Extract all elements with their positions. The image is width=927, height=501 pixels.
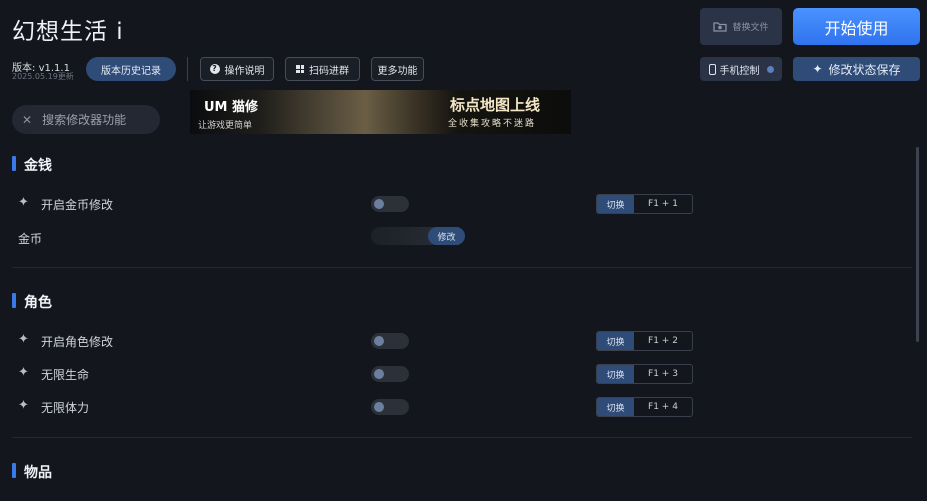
toggle-infinite-health[interactable] <box>371 366 409 382</box>
hotkey-switch-button[interactable]: 切换 <box>597 195 634 213</box>
more-features-button[interactable]: 更多功能 <box>371 57 424 81</box>
app-title: 幻想生活 i <box>12 19 124 45</box>
row-label: 开启角色修改 <box>41 335 114 349</box>
qr-group-button[interactable]: 扫码进群 <box>285 57 360 81</box>
sparkle-icon: ✦ <box>18 195 29 210</box>
hotkey-switch-button[interactable]: 切换 <box>597 332 634 350</box>
section-accent-bar <box>12 156 16 171</box>
section-divider <box>12 267 912 268</box>
hotkey-character-enable[interactable]: 切换 F1 + 2 <box>596 331 693 351</box>
hotkey-gold-enable[interactable]: 切换 F1 + 1 <box>596 194 693 214</box>
update-date: 2025.05.19更新 <box>12 72 74 81</box>
toggle-infinite-stamina[interactable] <box>371 399 409 415</box>
hotkey-value[interactable]: F1 + 2 <box>634 332 692 350</box>
search-box[interactable]: ✕ <box>12 105 160 134</box>
banner-title: 标点地图上线 <box>450 96 541 114</box>
hotkey-switch-button[interactable]: 切换 <box>597 365 634 383</box>
help-button[interactable]: ? 操作说明 <box>200 57 274 81</box>
phone-icon <box>708 63 716 75</box>
qr-button-label: 扫码进群 <box>309 65 349 77</box>
scrollbar[interactable] <box>916 147 919 342</box>
banner-logo-subtitle: 让游戏更简单 <box>198 121 253 131</box>
row-label: 无限生命 <box>41 368 90 382</box>
banner-logo-text: 猫修 <box>232 100 259 115</box>
gold-value-input[interactable]: 修改 <box>371 227 465 245</box>
promo-banner[interactable]: UM 猫修 让游戏更简单 标点地图上线 全收集攻略不迷路 <box>190 90 571 134</box>
hotkey-infinite-health[interactable]: 切换 F1 + 3 <box>596 364 693 384</box>
hotkey-value[interactable]: F1 + 4 <box>634 398 692 416</box>
qr-code-icon <box>296 65 304 73</box>
hotkey-value[interactable]: F1 + 3 <box>634 365 692 383</box>
sparkle-icon: ✦ <box>18 332 29 347</box>
header-divider <box>187 57 188 81</box>
toggle-character-enable[interactable] <box>371 333 409 349</box>
start-button[interactable]: 开始使用 <box>793 8 920 45</box>
toggle-gold-enable[interactable] <box>371 196 409 212</box>
sparkle-icon: ✦ <box>812 62 823 76</box>
sparkle-icon: ✦ <box>18 365 29 380</box>
section-title-money: 金钱 <box>24 158 52 174</box>
section-accent-bar <box>12 463 16 478</box>
hotkey-infinite-stamina[interactable]: 切换 F1 + 4 <box>596 397 693 417</box>
phone-control-label: 手机控制 <box>719 65 760 77</box>
sparkle-icon: ✦ <box>18 398 29 413</box>
row-label: 开启金币修改 <box>41 198 114 212</box>
phone-control-button[interactable]: 手机控制 <box>700 57 782 81</box>
close-icon[interactable]: ✕ <box>22 113 32 127</box>
status-dot-icon <box>766 65 774 73</box>
row-label: 无限体力 <box>41 401 90 415</box>
help-button-label: 操作说明 <box>224 65 265 77</box>
hotkey-switch-button[interactable]: 切换 <box>597 398 634 416</box>
banner-subtitle: 全收集攻略不迷路 <box>448 119 537 129</box>
section-accent-bar <box>12 293 16 308</box>
save-state-label: 修改状态保存 <box>828 62 901 77</box>
folder-icon <box>713 22 728 32</box>
search-input[interactable] <box>42 112 153 127</box>
maoxiu-logo-icon: UM <box>204 100 228 115</box>
question-icon: ? <box>209 64 220 74</box>
hotkey-value[interactable]: F1 + 1 <box>634 195 692 213</box>
version-history-button[interactable]: 版本历史记录 <box>86 57 176 81</box>
section-title-character: 角色 <box>24 295 52 311</box>
replace-file-button[interactable]: 替换文件 <box>700 8 782 45</box>
row-label: 金币 <box>18 232 43 246</box>
save-state-button[interactable]: ✦ 修改状态保存 <box>793 57 920 81</box>
modify-button[interactable]: 修改 <box>428 227 465 245</box>
section-divider <box>12 437 912 438</box>
section-title-items: 物品 <box>24 465 52 481</box>
replace-file-label: 替换文件 <box>732 23 769 33</box>
banner-logo: UM 猫修 <box>204 96 258 115</box>
